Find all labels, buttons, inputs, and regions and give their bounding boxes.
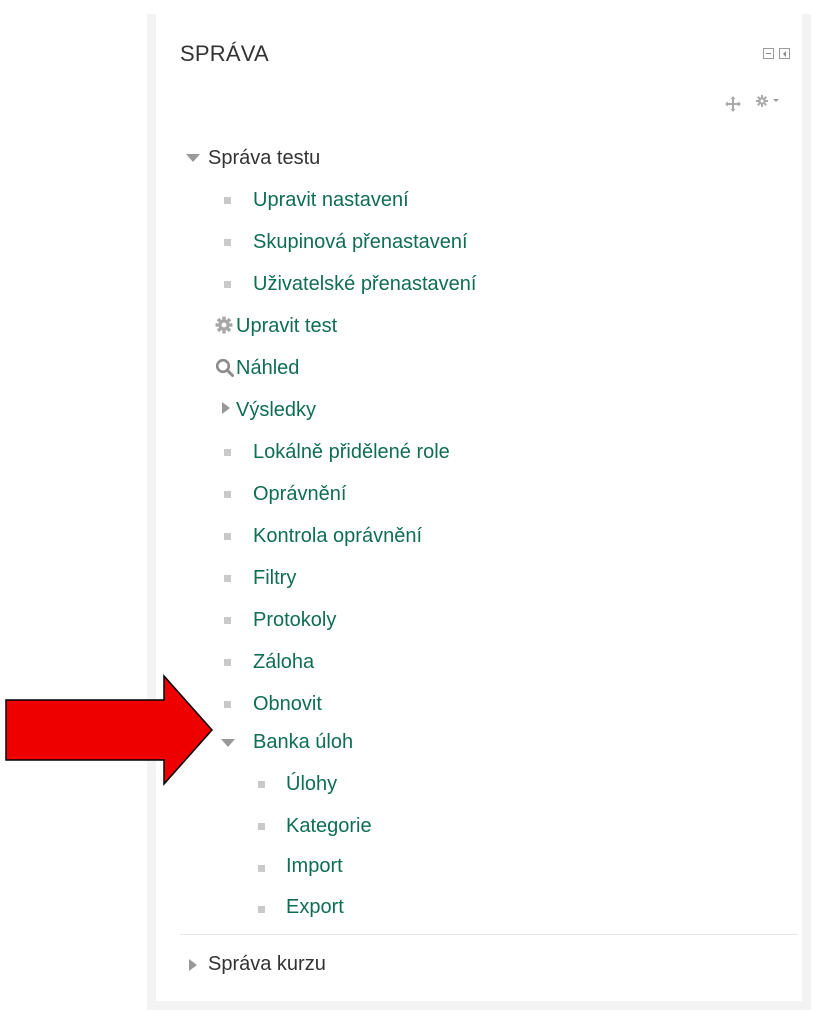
collapsed-triangle-icon[interactable] — [222, 402, 230, 414]
nav-item-check-permissions[interactable]: Kontrola oprávnění — [253, 522, 422, 550]
nav-item-label: Kategorie — [286, 815, 372, 837]
tree-node-label: Správa testu — [208, 147, 321, 169]
square-bullet-icon — [224, 239, 231, 246]
nav-item-label: Kontrola oprávnění — [253, 525, 423, 547]
expanded-triangle-icon[interactable] — [186, 154, 200, 162]
expanded-triangle-icon[interactable] — [221, 739, 235, 747]
dock-block-icon[interactable] — [779, 48, 790, 59]
nav-item-user-overrides[interactable]: Uživatelské přenastavení — [253, 270, 476, 298]
nav-item-label: Import — [286, 855, 343, 877]
nav-item-label: Export — [286, 896, 344, 918]
chevron-down-icon[interactable] — [773, 99, 779, 102]
nav-item-label: Oprávnění — [253, 483, 347, 505]
section-divider — [180, 934, 797, 935]
nav-item-label: Úlohy — [286, 773, 338, 795]
nav-item-filters[interactable]: Filtry — [253, 564, 296, 592]
nav-item-categories[interactable]: Kategorie — [286, 812, 372, 840]
collapse-block-icon[interactable] — [763, 48, 774, 59]
screenshot-stage: SPRÁVA Správa testu Upravit nastavení Sk… — [0, 0, 827, 1010]
tree-node-question-bank[interactable]: Banka úloh — [253, 728, 353, 756]
nav-item-results[interactable]: Výsledky — [236, 396, 316, 424]
square-bullet-icon — [258, 781, 265, 788]
move-icon[interactable] — [725, 96, 741, 112]
nav-item-permissions[interactable]: Oprávnění — [253, 480, 346, 508]
tree-node-course-administration[interactable]: Správa kurzu — [208, 950, 326, 978]
nav-item-group-overrides[interactable]: Skupinová přenastavení — [253, 228, 468, 256]
square-bullet-icon — [258, 823, 265, 830]
square-bullet-icon — [224, 659, 231, 666]
block-bottom-edge — [147, 1001, 811, 1010]
nav-item-label: Upravit nastavení — [253, 189, 409, 211]
nav-item-export[interactable]: Export — [286, 893, 344, 921]
nav-item-logs[interactable]: Protokoly — [253, 606, 336, 634]
nav-item-label: Náhled — [236, 357, 300, 379]
collapsed-triangle-icon[interactable] — [189, 959, 197, 971]
nav-item-label: Výsledky — [236, 399, 317, 421]
nav-item-label: Uživatelské přenastavení — [253, 273, 477, 295]
square-bullet-icon — [224, 491, 231, 498]
square-bullet-icon — [224, 617, 231, 624]
nav-item-locally-assigned-roles[interactable]: Lokálně přidělené role — [253, 438, 450, 466]
square-bullet-icon — [258, 906, 265, 913]
square-bullet-icon — [224, 575, 231, 582]
nav-item-questions[interactable]: Úlohy — [286, 770, 337, 798]
square-bullet-icon — [258, 865, 265, 872]
nav-item-label: Upravit test — [236, 315, 338, 337]
gear-menu-icon[interactable] — [756, 95, 768, 107]
nav-item-label: Záloha — [253, 651, 315, 673]
magnifier-icon — [215, 358, 234, 377]
nav-item-restore[interactable]: Obnovit — [253, 690, 322, 718]
nav-item-label: Lokálně přidělené role — [253, 441, 450, 463]
square-bullet-icon — [224, 281, 231, 288]
tree-node-quiz-administration[interactable]: Správa testu — [208, 144, 320, 172]
nav-item-backup[interactable]: Záloha — [253, 648, 314, 676]
nav-item-edit-quiz[interactable]: Upravit test — [236, 312, 337, 340]
nav-item-edit-settings[interactable]: Upravit nastavení — [253, 186, 409, 214]
nav-item-label: Skupinová přenastavení — [253, 231, 468, 253]
square-bullet-icon — [224, 701, 231, 708]
red-arrow-annotation — [5, 674, 214, 786]
square-bullet-icon — [224, 197, 231, 204]
nav-item-label: Filtry — [253, 567, 297, 589]
block-title: SPRÁVA — [180, 41, 269, 66]
square-bullet-icon — [224, 533, 231, 540]
nav-item-import[interactable]: Import — [286, 852, 343, 880]
gear-icon — [215, 316, 233, 334]
square-bullet-icon — [224, 449, 231, 456]
nav-item-preview[interactable]: Náhled — [236, 354, 299, 382]
tree-node-label: Správa kurzu — [208, 953, 326, 975]
nav-item-label: Protokoly — [253, 609, 337, 631]
tree-node-label: Banka úloh — [253, 731, 354, 753]
nav-item-label: Obnovit — [253, 693, 322, 715]
